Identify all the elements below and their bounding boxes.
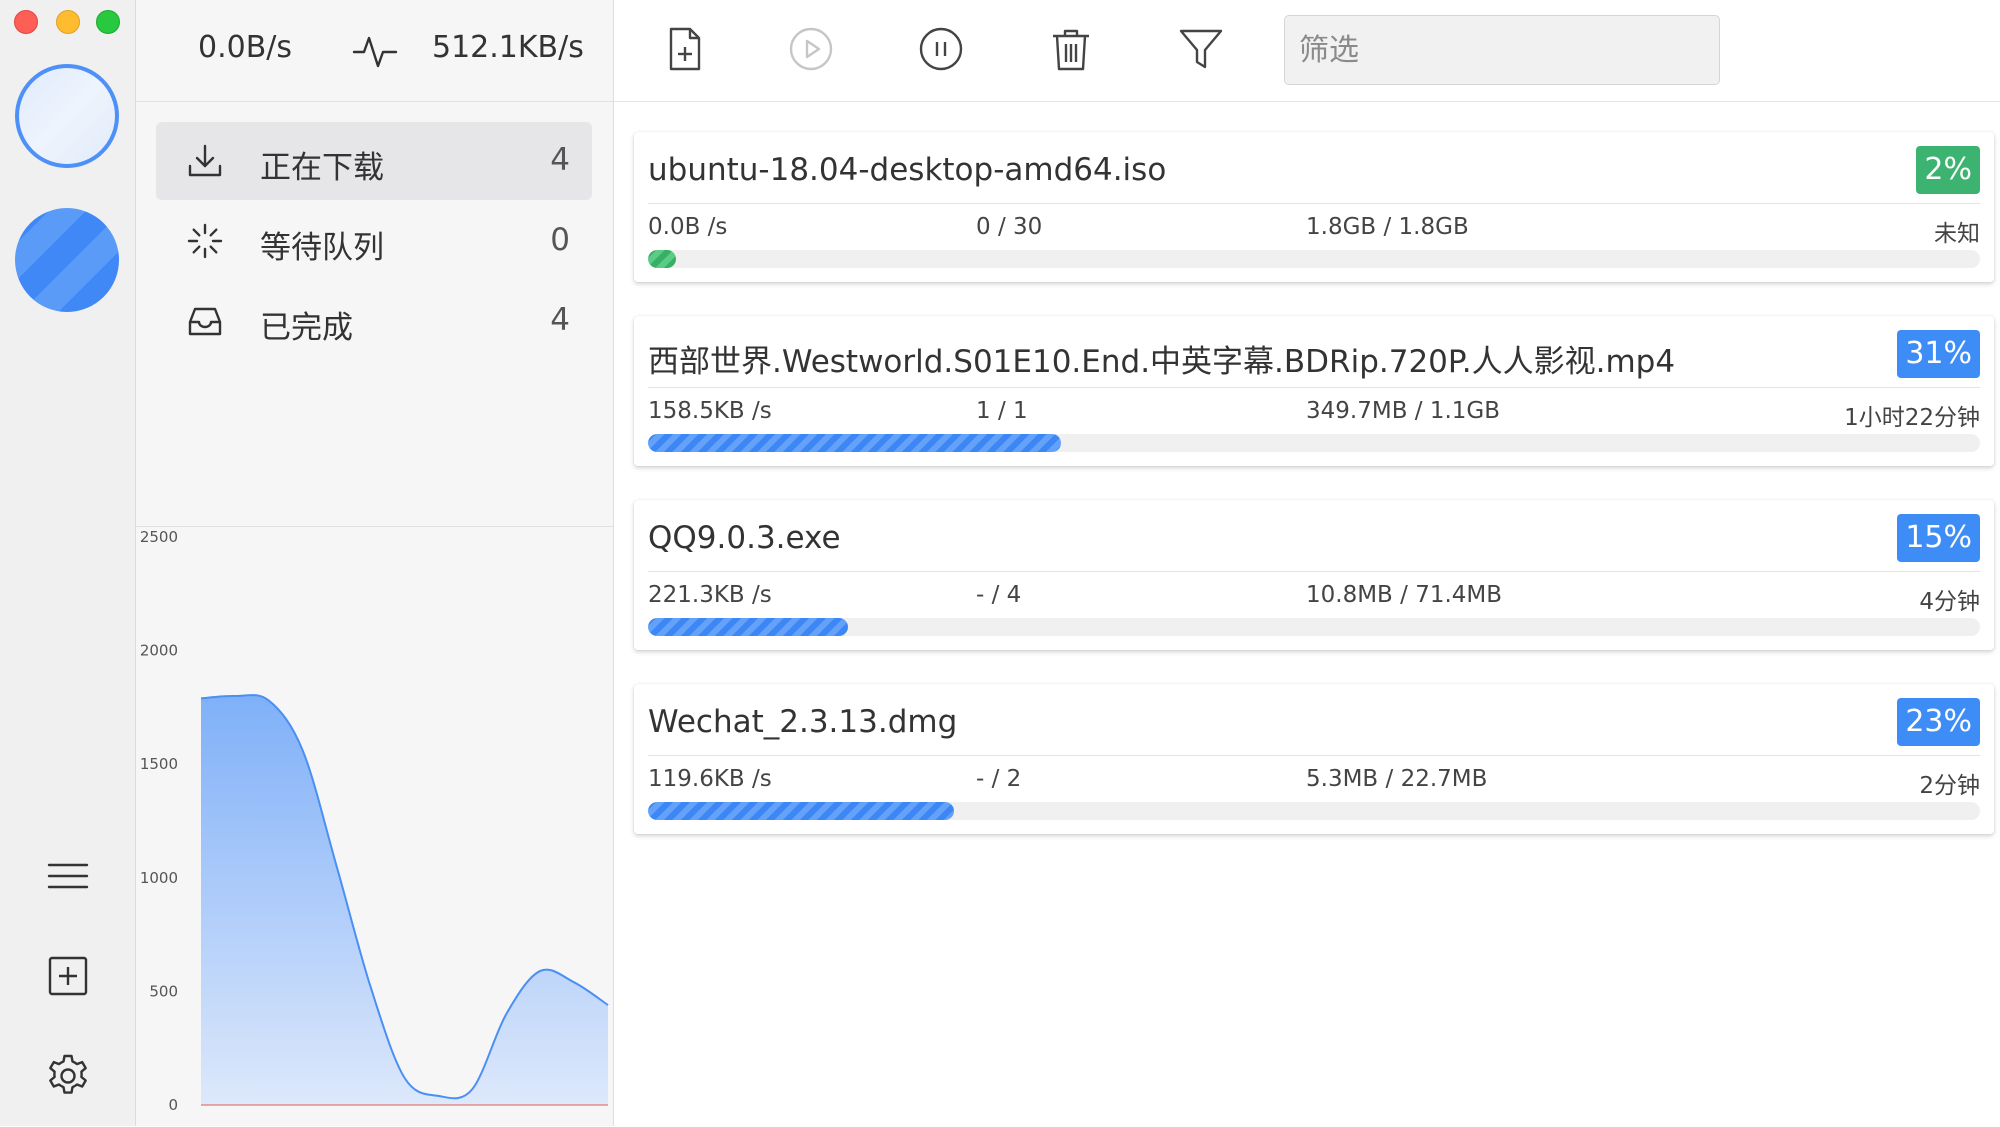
task-divider xyxy=(648,387,1980,388)
new-task-button[interactable] xyxy=(658,24,712,78)
task-card[interactable]: Wechat_2.3.13.dmg 23% 119.6KB /s - / 2 5.3MB… xyxy=(634,684,1994,834)
task-speed: 0.0B /s xyxy=(648,214,727,240)
task-connections: - / 2 xyxy=(976,766,1021,792)
task-name: 西部世界.Westworld.S01E10.End.中英字幕.BDRip.720… xyxy=(648,336,1675,381)
filter-input[interactable] xyxy=(1284,15,1720,85)
avatar-light[interactable] xyxy=(15,64,119,168)
task-name: QQ9.0.3.exe xyxy=(648,520,841,556)
task-divider xyxy=(648,203,1980,204)
speed-chart-svg: 2500 2000 1500 1000 500 0 xyxy=(136,527,614,1127)
download-speed: 512.1KB/s xyxy=(432,30,584,65)
avatar-blue[interactable] xyxy=(15,208,119,312)
task-percent-badge: 2% xyxy=(1916,146,1980,194)
task-progress-fill xyxy=(648,250,676,268)
sidebar: 0.0B/s 512.1KB/s 正在下载 4 等待队列 0 已完成 4 250… xyxy=(136,0,614,1126)
task-speed: 158.5KB /s xyxy=(648,398,772,424)
delete-button[interactable] xyxy=(1044,24,1098,78)
nav-label: 等待队列 xyxy=(260,222,384,267)
nav-label: 已完成 xyxy=(260,302,353,347)
add-task-icon[interactable] xyxy=(44,952,92,1000)
task-divider xyxy=(648,571,1980,572)
nav-count: 4 xyxy=(550,302,570,338)
menu-icon[interactable] xyxy=(44,852,92,900)
nav-label: 正在下载 xyxy=(260,142,384,187)
task-name: Wechat_2.3.13.dmg xyxy=(648,704,957,740)
task-name: ubuntu-18.04-desktop-amd64.iso xyxy=(648,152,1166,188)
task-percent-badge: 31% xyxy=(1897,330,1980,378)
speed-bar: 0.0B/s 512.1KB/s xyxy=(136,0,614,102)
task-eta: 4分钟 xyxy=(1919,582,1980,616)
trash-icon xyxy=(1047,25,1095,77)
y-tick-label: 0 xyxy=(168,1096,178,1114)
task-percent-badge: 15% xyxy=(1897,514,1980,562)
task-card[interactable]: 西部世界.Westworld.S01E10.End.中英字幕.BDRip.720… xyxy=(634,316,1994,466)
task-size: 1.8GB / 1.8GB xyxy=(1306,214,1469,240)
y-tick-label: 1500 xyxy=(140,755,178,773)
upload-speed: 0.0B/s xyxy=(198,30,292,65)
new-task-icon xyxy=(661,25,709,77)
y-tick-label: 2000 xyxy=(140,642,178,660)
inbox-icon xyxy=(186,302,224,340)
task-progress-track xyxy=(648,618,1980,636)
task-card[interactable]: QQ9.0.3.exe 15% 221.3KB /s - / 4 10.8MB / 71… xyxy=(634,500,1994,650)
pulse-icon xyxy=(352,28,398,74)
task-connections: 1 / 1 xyxy=(976,398,1028,424)
task-progress-fill xyxy=(648,434,1061,452)
task-progress-track xyxy=(648,802,1980,820)
resume-button[interactable] xyxy=(784,24,838,78)
task-eta: 2分钟 xyxy=(1919,766,1980,800)
task-speed: 221.3KB /s xyxy=(648,582,772,608)
pause-icon xyxy=(917,25,965,77)
task-divider xyxy=(648,755,1980,756)
toolbar xyxy=(614,0,2000,102)
play-icon xyxy=(787,25,835,77)
window-close-button[interactable] xyxy=(14,10,38,34)
task-size: 10.8MB / 71.4MB xyxy=(1306,582,1502,608)
nav-item-waiting[interactable]: 等待队列 0 xyxy=(156,202,592,280)
nav-item-completed[interactable]: 已完成 4 xyxy=(156,282,592,360)
download-icon xyxy=(186,142,224,180)
y-tick-label: 1000 xyxy=(140,869,178,887)
task-speed: 119.6KB /s xyxy=(648,766,772,792)
task-connections: 0 / 30 xyxy=(976,214,1042,240)
task-size: 5.3MB / 22.7MB xyxy=(1306,766,1487,792)
task-progress-fill xyxy=(648,802,954,820)
main-panel: ubuntu-18.04-desktop-amd64.iso 2% 0.0B /s 0… xyxy=(614,0,2000,1126)
speed-chart: 2500 2000 1500 1000 500 0 xyxy=(136,526,614,1126)
task-progress-track xyxy=(648,434,1980,452)
y-tick-label: 500 xyxy=(149,982,178,1000)
task-eta: 未知 xyxy=(1934,214,1980,248)
nav-item-downloading[interactable]: 正在下载 4 xyxy=(156,122,592,200)
window-zoom-button[interactable] xyxy=(96,10,120,34)
nav-count: 0 xyxy=(550,222,570,258)
task-percent-badge: 23% xyxy=(1897,698,1980,746)
left-rail xyxy=(0,0,136,1126)
pause-button[interactable] xyxy=(914,24,968,78)
task-progress-track xyxy=(648,250,1980,268)
window-minimize-button[interactable] xyxy=(56,10,80,34)
task-eta: 1小时22分钟 xyxy=(1844,398,1980,432)
nav-count: 4 xyxy=(550,142,570,178)
gear-icon[interactable] xyxy=(44,1052,92,1100)
y-tick-label: 2500 xyxy=(140,528,178,546)
speed-area xyxy=(201,695,608,1105)
task-size: 349.7MB / 1.1GB xyxy=(1306,398,1500,424)
spinner-icon xyxy=(186,222,224,260)
task-connections: - / 4 xyxy=(976,582,1021,608)
filter-icon xyxy=(1177,25,1225,77)
task-progress-fill xyxy=(648,618,848,636)
filter-button[interactable] xyxy=(1174,24,1228,78)
task-card[interactable]: ubuntu-18.04-desktop-amd64.iso 2% 0.0B /s 0… xyxy=(634,132,1994,282)
